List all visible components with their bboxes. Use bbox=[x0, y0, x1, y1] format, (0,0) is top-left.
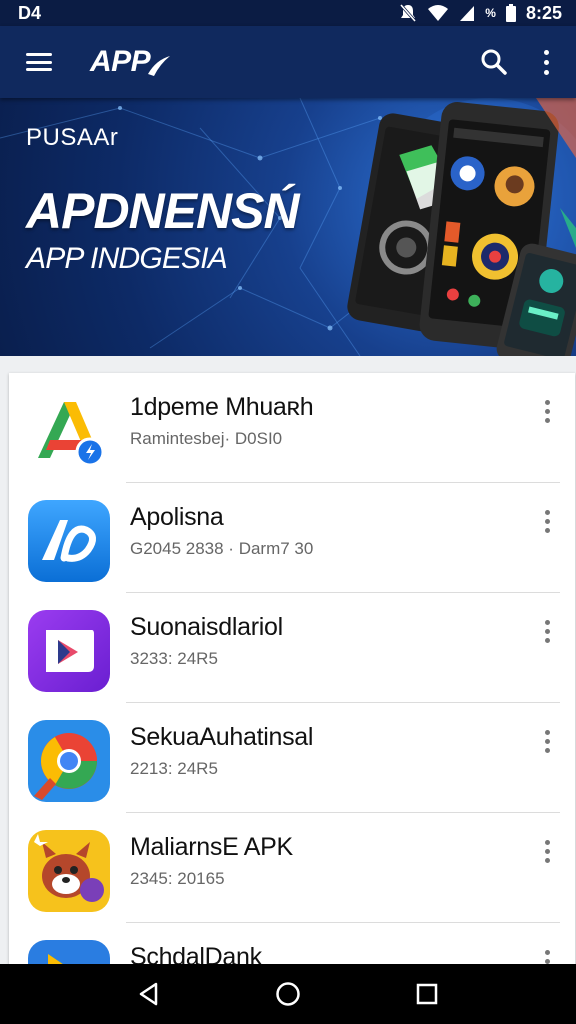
app-bar: APP bbox=[0, 26, 576, 98]
menu-icon[interactable] bbox=[24, 50, 54, 74]
app-meta: 3233: 24R5 bbox=[130, 649, 218, 668]
list-item[interactable]: Suonaisdlariol 3233: 24R5 bbox=[9, 593, 575, 703]
wifi-icon bbox=[428, 5, 449, 21]
search-button[interactable] bbox=[474, 42, 514, 82]
app-title: APP bbox=[90, 45, 151, 78]
fox-mascot-icon bbox=[28, 830, 110, 912]
list-item-text: SekuaAuhatinsal 2213: 24R5 bbox=[130, 723, 515, 813]
status-right: % 8:25 bbox=[399, 3, 562, 24]
more-vert-icon[interactable] bbox=[539, 505, 555, 537]
list-item[interactable]: MaliarnsE APK 2345: 20165 bbox=[9, 813, 575, 923]
list-item-text: Apolisna G2045 2838 · Darm7 30 bbox=[130, 503, 515, 593]
battery-icon bbox=[505, 4, 516, 22]
green-a-icon bbox=[28, 390, 110, 472]
search-icon bbox=[481, 49, 507, 75]
list-item-text: 1dpeme Mhuaʀh Ramintesbej· D0SI0 bbox=[130, 393, 515, 483]
banner-kicker: PUSAAr bbox=[26, 124, 119, 151]
list-item[interactable]: Apolisna G2045 2838 · Darm7 30 bbox=[9, 483, 575, 593]
more-vert-icon[interactable] bbox=[539, 395, 555, 427]
home-button[interactable] bbox=[264, 970, 312, 1018]
more-vert-icon[interactable] bbox=[536, 42, 556, 82]
phones-illustration bbox=[347, 98, 576, 356]
purple-play-icon bbox=[28, 610, 110, 692]
list-item-text: MaliarnsE APK 2345: 20165 bbox=[130, 833, 515, 923]
recents-icon bbox=[416, 983, 437, 1005]
app-meta: Ramintesbej· D0SI0 bbox=[130, 429, 283, 448]
app-name: Apolisna bbox=[130, 503, 224, 531]
list-item[interactable]: SekuaAuhatinsal 2213: 24R5 bbox=[9, 703, 575, 813]
app-name: SekuaAuhatinsal bbox=[130, 723, 314, 751]
app-name: MaliarnsE APK bbox=[130, 833, 293, 861]
more-vert-icon[interactable] bbox=[539, 835, 555, 867]
status-time: 8:25 bbox=[525, 2, 562, 23]
chrome-icon bbox=[28, 720, 110, 802]
more-vert-icon[interactable] bbox=[539, 615, 555, 647]
system-nav-bar bbox=[0, 964, 576, 1024]
promo-banner[interactable]: PUSAAr APDNENSŃ APP INDGESIA bbox=[0, 98, 576, 356]
mute-icon bbox=[400, 4, 417, 22]
battery-percent: % bbox=[485, 6, 496, 20]
phone-screen: D4 % 8:25 APP PUSAAr APDNENSŃ APP INDGES… bbox=[0, 0, 576, 1024]
app-meta: 2345: 20165 bbox=[130, 869, 225, 888]
blue-ab-icon bbox=[28, 500, 110, 582]
banner-subtitle: APP INDGESIA bbox=[26, 242, 228, 275]
recents-button[interactable] bbox=[403, 970, 451, 1018]
back-button[interactable] bbox=[125, 970, 173, 1018]
app-list: 1dpeme Mhuaʀh Ramintesbej· D0SI0 Apolisn… bbox=[9, 373, 575, 973]
back-icon bbox=[140, 982, 158, 1006]
app-name: Suonaisdlariol bbox=[130, 613, 283, 641]
app-meta: 2213: 24R5 bbox=[130, 759, 218, 778]
app-name: 1dpeme Mhuaʀh bbox=[130, 393, 314, 421]
app-meta: G2045 2838 · Darm7 30 bbox=[130, 539, 314, 558]
more-vert-icon[interactable] bbox=[539, 725, 555, 757]
signal-icon bbox=[460, 6, 475, 21]
list-item-text: Suonaisdlariol 3233: 24R5 bbox=[130, 613, 515, 703]
banner-title: APDNENSŃ bbox=[26, 183, 300, 239]
list-item[interactable]: 1dpeme Mhuaʀh Ramintesbej· D0SI0 bbox=[9, 373, 575, 483]
app-logo-swoosh-icon bbox=[148, 56, 171, 76]
status-left: D4 bbox=[18, 3, 41, 24]
notification-text: D4 bbox=[18, 2, 42, 23]
home-icon bbox=[276, 982, 300, 1006]
status-bar: D4 % 8:25 bbox=[0, 0, 576, 26]
